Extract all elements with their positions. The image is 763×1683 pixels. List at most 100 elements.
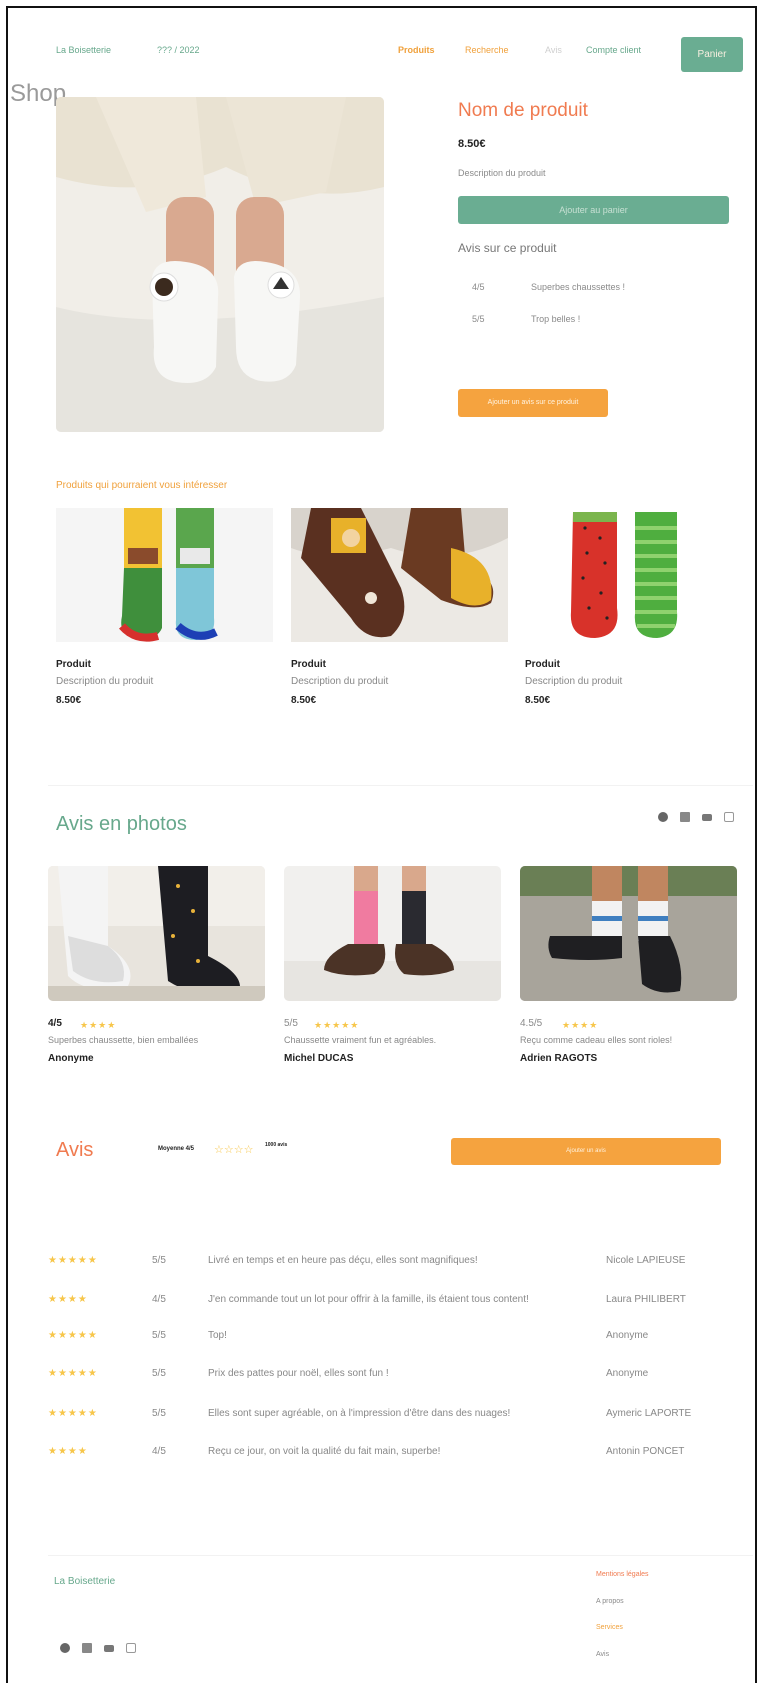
linkedin-icon[interactable] [680, 812, 690, 822]
photo-review-text: Chaussette vraiment fun et agréables. [284, 1035, 437, 1045]
average-star-rating: ☆☆☆☆ [214, 1144, 254, 1156]
footer-brand[interactable]: La Boisetterie [54, 1576, 115, 1587]
related-product-desc: Description du produit [56, 676, 154, 687]
footer-link-services[interactable]: Services [596, 1624, 623, 1631]
related-product-price: 8.50€ [56, 695, 82, 706]
cart-button[interactable]: Panier [681, 37, 743, 72]
write-review-button[interactable]: Ajouter un avis [451, 1138, 721, 1165]
footer-link-mentions[interactable]: Mentions légales [596, 1571, 649, 1578]
review-row: ★★★★ 4/5 J'en commande tout un lot pour … [48, 1291, 708, 1311]
reviews-count: 1000 avis [265, 1142, 288, 1148]
photo-review-image[interactable] [48, 866, 265, 1001]
star-rating: ★★★★★ [48, 1255, 98, 1266]
youtube-icon[interactable] [702, 814, 712, 821]
photo-review-score: 4.5/5 [520, 1018, 543, 1029]
product-price: 8.50€ [458, 138, 486, 150]
star-rating: ★★★★ [562, 1020, 599, 1030]
footer-link-avis[interactable]: Avis [596, 1651, 609, 1658]
add-to-cart-button[interactable]: Ajouter au panier [458, 196, 729, 224]
related-socks-illustration [525, 508, 742, 642]
photo-review-score: 4/5 [48, 1018, 62, 1029]
socks-photo-illustration [56, 97, 384, 432]
nav-recherche[interactable]: Recherche [465, 45, 509, 55]
photo-review-text: Reçu comme cadeau elles sont rioles! [520, 1035, 673, 1045]
review-score: 5/5 [152, 1408, 166, 1419]
product-reviews-title: Avis sur ce produit [458, 241, 557, 255]
related-products-title: Produits qui pourraient vous intéresser [56, 480, 228, 491]
photo-review-illustration [48, 866, 265, 1001]
photo-review-illustration [520, 866, 737, 1001]
product-review-score: 4/5 [472, 282, 485, 292]
linkedin-icon[interactable] [82, 1643, 92, 1653]
photo-review-image[interactable] [284, 866, 501, 1001]
review-score: 4/5 [152, 1446, 166, 1457]
footer-link-about[interactable]: A propos [596, 1598, 624, 1605]
nav-avis[interactable]: Avis [545, 45, 562, 55]
related-socks-illustration [291, 508, 508, 642]
star-rating: ★★★★★ [314, 1020, 360, 1030]
photo-review-illustration [284, 866, 501, 1001]
related-product-desc: Description du produit [291, 676, 389, 687]
review-row: ★★★★★ 5/5 Prix des pattes pour noël, ell… [48, 1365, 708, 1385]
photo-review-author: Anonyme [48, 1053, 94, 1064]
star-rating: ★★★★ [80, 1020, 117, 1030]
review-score: 5/5 [152, 1255, 166, 1266]
related-product-title: Produit [291, 659, 326, 670]
product-review-text: Superbes chaussettes ! [531, 282, 626, 292]
youtube-icon[interactable] [104, 1645, 114, 1652]
nav-produits[interactable]: Produits [398, 45, 435, 55]
review-text: Reçu ce jour, on voit la qualité du fait… [208, 1446, 441, 1457]
review-row: ★★★★★ 5/5 Top! Anonyme [48, 1327, 708, 1347]
related-product-title: Produit [56, 659, 91, 670]
review-row: ★★★★ 4/5 Reçu ce jour, on voit la qualit… [48, 1443, 708, 1463]
instagram-icon[interactable] [126, 1643, 136, 1653]
github-icon[interactable] [60, 1643, 70, 1653]
photo-review-image[interactable] [520, 866, 737, 1001]
instagram-icon[interactable] [724, 812, 734, 822]
review-score: 5/5 [152, 1330, 166, 1341]
github-icon[interactable] [658, 812, 668, 822]
photo-review-text: Superbes chaussette, bien emballées [48, 1035, 199, 1045]
photo-review-author: Adrien RAGOTS [520, 1053, 598, 1064]
star-rating: ★★★★★ [48, 1368, 98, 1379]
photo-review-score: 5/5 [284, 1018, 298, 1029]
related-socks-illustration [56, 508, 273, 642]
related-product-desc: Description du produit [525, 676, 623, 687]
section-divider [48, 785, 753, 786]
review-author: Antonin PONCET [606, 1446, 685, 1457]
related-product-image[interactable] [291, 508, 508, 642]
related-product-image[interactable] [56, 508, 273, 642]
star-rating: ★★★★★ [48, 1330, 98, 1341]
review-author: Aymeric LAPORTE [606, 1408, 692, 1419]
review-row: ★★★★★ 5/5 Livré en temps et en heure pas… [48, 1252, 708, 1272]
brand-logo[interactable]: La Boisetterie [56, 45, 111, 55]
review-text: Top! [208, 1330, 227, 1341]
reviews-title: Avis [56, 1139, 94, 1161]
review-text: Elles sont super agréable, on à l'impres… [208, 1408, 511, 1419]
nav-compte-client[interactable]: Compte client [586, 45, 641, 55]
product-review-text: Trop belles ! [531, 314, 581, 324]
review-author: Nicole LAPIEUSE [606, 1255, 686, 1266]
review-score: 5/5 [152, 1368, 166, 1379]
review-author: Anonyme [606, 1330, 649, 1341]
slogan: ??? / 2022 [157, 45, 200, 55]
related-product-price: 8.50€ [291, 695, 317, 706]
photo-review-author: Michel DUCAS [284, 1053, 354, 1064]
footer-divider [48, 1555, 753, 1556]
write-product-review-button[interactable]: Ajouter un avis sur ce produit [458, 389, 608, 417]
product-description: Description du produit [458, 168, 546, 178]
related-product-image[interactable] [525, 508, 742, 642]
reviews-average: Moyenne 4/5 [158, 1146, 195, 1152]
related-product-title: Produit [525, 659, 560, 670]
review-text: J'en commande tout un lot pour offrir à … [208, 1294, 529, 1305]
review-author: Anonyme [606, 1368, 649, 1379]
review-text: Prix des pattes pour noël, elles sont fu… [208, 1368, 389, 1379]
review-row: ★★★★★ 5/5 Elles sont super agréable, on … [48, 1405, 708, 1425]
star-rating: ★★★★ [48, 1294, 88, 1305]
product-review-score: 5/5 [472, 314, 485, 324]
product-main-image [56, 97, 384, 432]
star-rating: ★★★★★ [48, 1408, 98, 1419]
review-text: Livré en temps et en heure pas déçu, ell… [208, 1255, 478, 1266]
photo-reviews-title: Avis en photos [56, 813, 187, 835]
review-score: 4/5 [152, 1294, 166, 1305]
